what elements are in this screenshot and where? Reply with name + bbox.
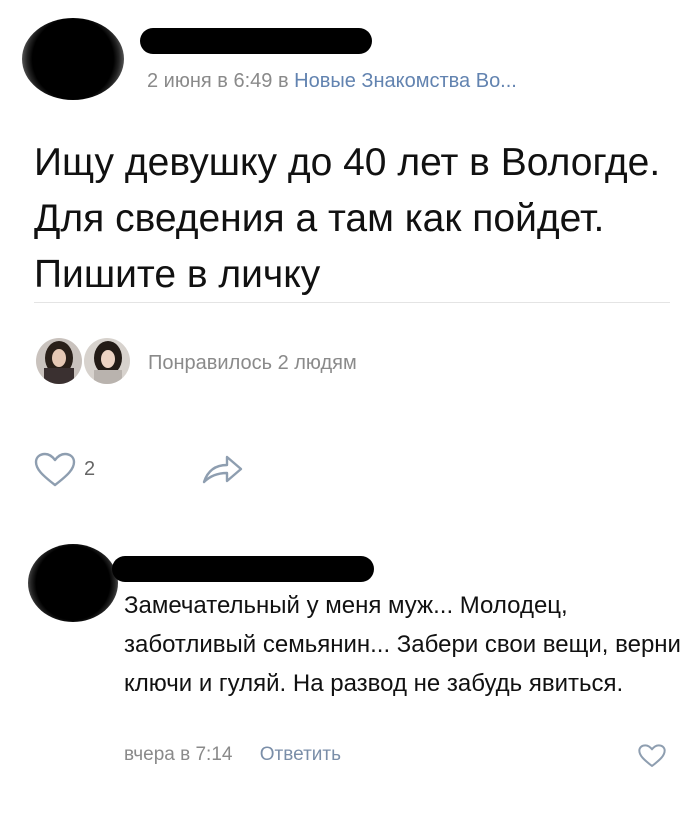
likes-summary[interactable]: Понравилось 2 людям xyxy=(148,352,357,375)
reply-button[interactable]: Ответить xyxy=(260,744,341,765)
share-icon[interactable] xyxy=(200,452,244,491)
comment-time[interactable]: вчера в 7:14 xyxy=(124,744,232,765)
post-group-link[interactable]: Новые Знакомства Во... xyxy=(294,70,517,92)
post-author-name-redacted[interactable] xyxy=(140,28,372,54)
heart-icon[interactable] xyxy=(34,452,76,493)
comment-author-name-redacted[interactable] xyxy=(112,556,374,582)
post-date[interactable]: 2 июня в 6:49 xyxy=(147,70,272,92)
comment-author-avatar[interactable] xyxy=(28,544,118,622)
comment-meta: вчера в 7:14 Ответить xyxy=(124,744,341,766)
post-text: Ищу девушку до 40 лет в Вологде. Для све… xyxy=(34,141,661,296)
divider xyxy=(34,302,670,303)
liker-avatar-2[interactable] xyxy=(84,338,130,384)
like-count: 2 xyxy=(84,458,96,480)
comment-like-heart-icon[interactable] xyxy=(638,744,666,773)
comment-text: Замечательный у меня муж... Молодец, заб… xyxy=(124,592,681,697)
post-author-avatar[interactable] xyxy=(22,18,124,100)
post-meta: 2 июня в 6:49 в Новые Знакомства Во... xyxy=(147,70,517,93)
liker-avatar-1[interactable] xyxy=(36,338,82,384)
post-in-word: в xyxy=(277,70,289,92)
